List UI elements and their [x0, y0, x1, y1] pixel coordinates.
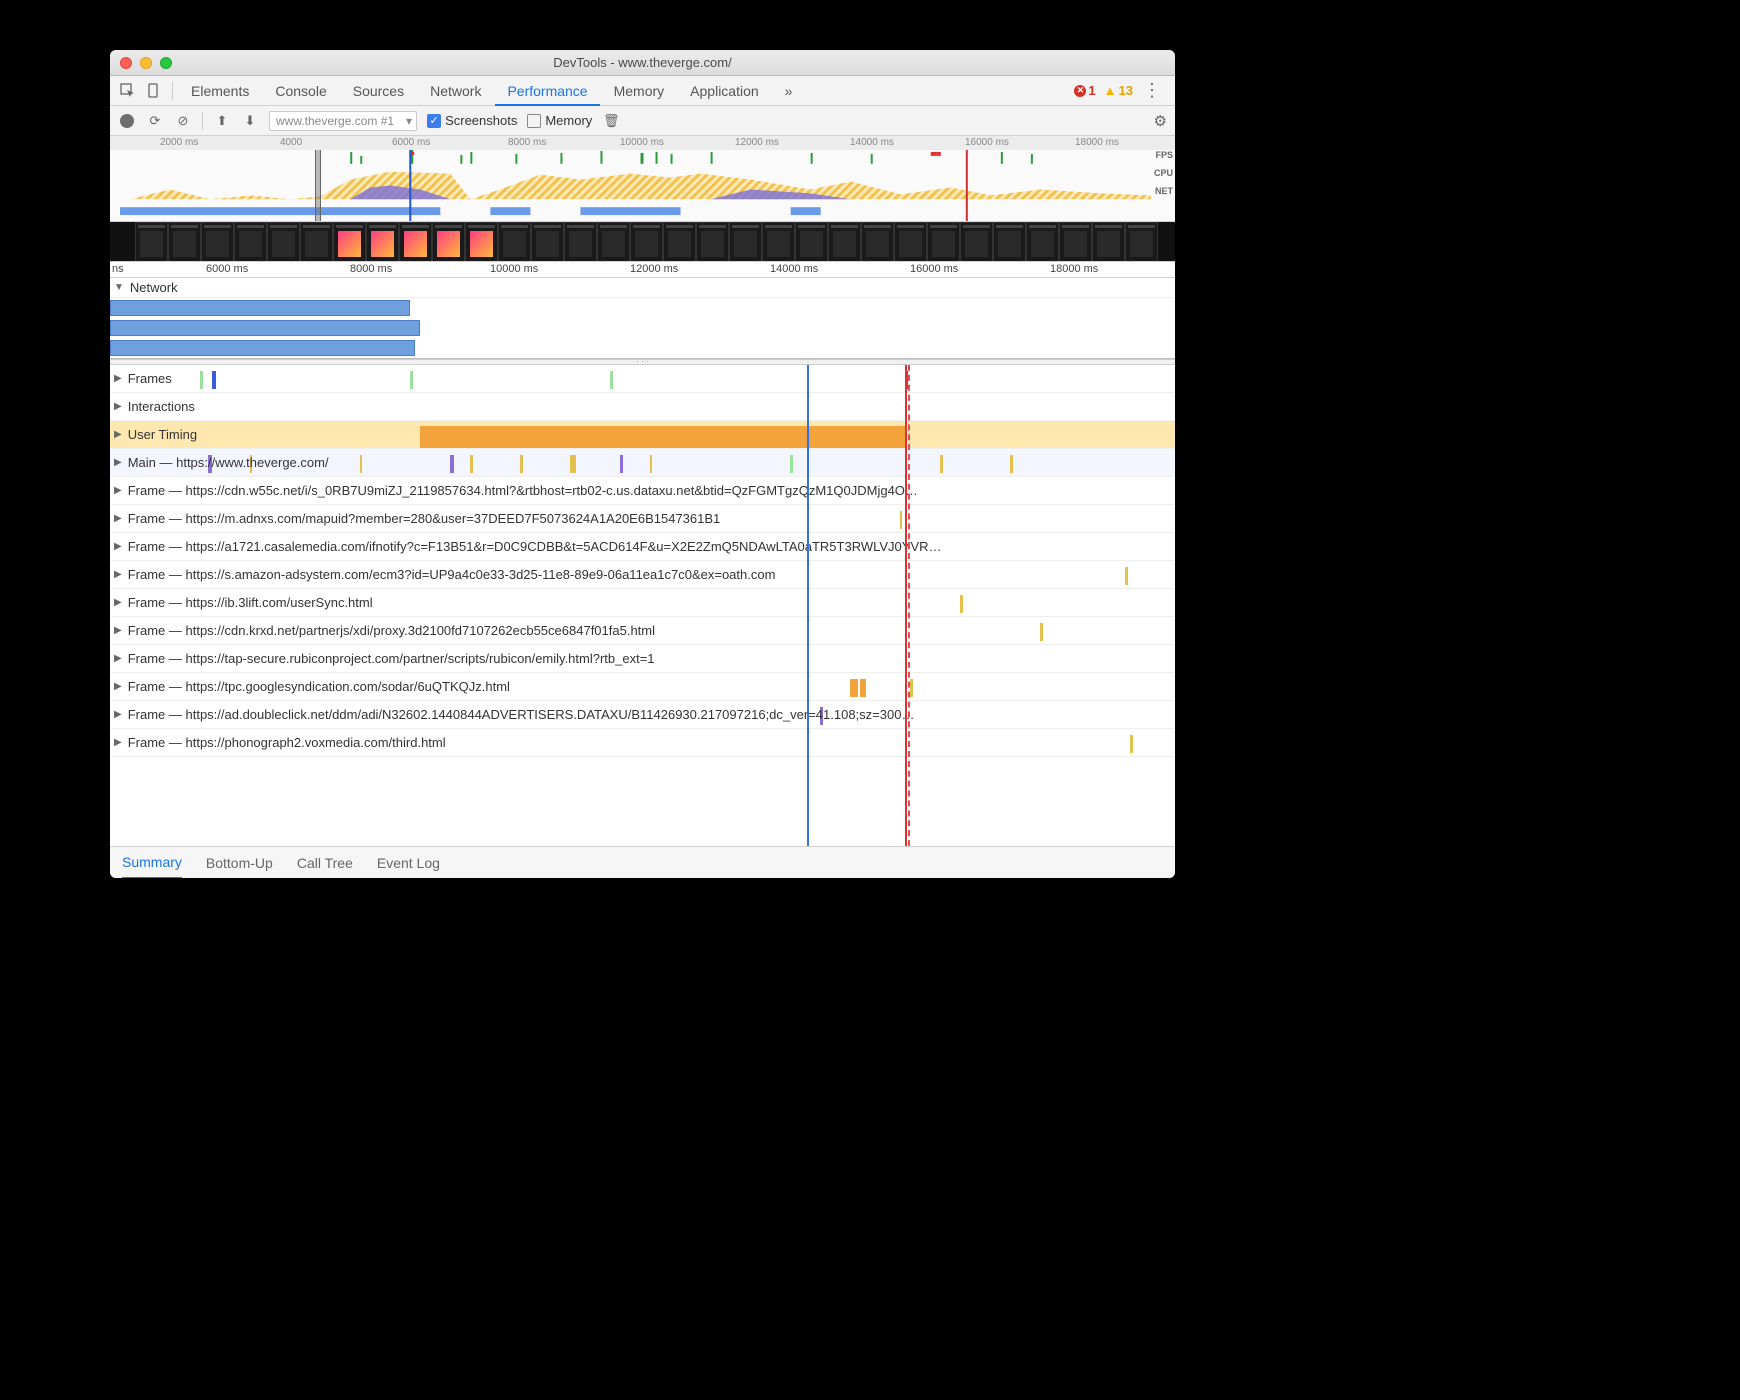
user-timing-row[interactable]: ▶User Timing — [110, 421, 1175, 449]
main-row[interactable]: ▶Main — https://www.theverge.com/ — [110, 449, 1175, 477]
upload-icon[interactable]: ⬆ — [213, 112, 231, 130]
frame-row[interactable]: ▶Frame — https://a1721.casalemedia.com/i… — [110, 533, 1175, 561]
overview-right-labels: FPSCPUNET — [1151, 150, 1175, 204]
tab-call-tree[interactable]: Call Tree — [297, 855, 353, 871]
perf-toolbar: ⟳ ⊘ ⬆ ⬇ www.theverge.com #1 ✓Screenshots… — [110, 106, 1175, 136]
reload-icon[interactable]: ⟳ — [146, 112, 164, 130]
trash-icon[interactable]: 🗑 — [602, 112, 620, 130]
tab-network[interactable]: Network — [418, 76, 493, 106]
device-toggle-icon[interactable] — [142, 79, 166, 103]
overview-ruler: 2000 ms 4000 6000 ms 8000 ms 10000 ms 12… — [110, 136, 1175, 150]
disclosure-icon: ▼ — [114, 282, 124, 293]
settings-gear-icon[interactable]: ⚙ — [1154, 112, 1167, 130]
tab-application[interactable]: Application — [678, 76, 771, 106]
tab-memory[interactable]: Memory — [602, 76, 677, 106]
network-header[interactable]: ▼Network — [110, 278, 1175, 298]
minimize-icon[interactable] — [140, 57, 152, 69]
frame-row[interactable]: ▶Frame — https://cdn.w55c.net/i/s_0RB7U9… — [110, 477, 1175, 505]
screenshots-checkbox[interactable]: ✓Screenshots — [427, 113, 517, 128]
frame-row[interactable]: ▶Frame — https://ib.3lift.com/userSync.h… — [110, 589, 1175, 617]
network-bars[interactable] — [110, 298, 1175, 358]
clear-icon[interactable]: ⊘ — [174, 112, 192, 130]
overview-pane[interactable]: 2000 ms 4000 6000 ms 8000 ms 10000 ms 12… — [110, 136, 1175, 222]
memory-checkbox[interactable]: Memory — [527, 113, 592, 128]
recording-select[interactable]: www.theverge.com #1 — [269, 111, 417, 131]
window-title: DevTools - www.theverge.com/ — [110, 55, 1175, 70]
marker-red — [905, 365, 907, 846]
frames-row[interactable]: ▶Frames — [110, 365, 1175, 393]
devtools-tabs: Elements Console Sources Network Perform… — [110, 76, 1175, 106]
record-icon[interactable] — [118, 112, 136, 130]
frame-row[interactable]: ▶Frame — https://tpc.googlesyndication.c… — [110, 673, 1175, 701]
tab-console[interactable]: Console — [263, 76, 338, 106]
filmstrip[interactable] — [110, 222, 1175, 262]
devtools-window: DevTools - www.theverge.com/ Elements Co… — [110, 50, 1175, 878]
kebab-menu-icon[interactable]: ⋮ — [1135, 80, 1169, 101]
titlebar: DevTools - www.theverge.com/ — [110, 50, 1175, 76]
download-icon[interactable]: ⬇ — [241, 112, 259, 130]
interactions-row[interactable]: ▶Interactions — [110, 393, 1175, 421]
frame-row[interactable]: ▶Frame — https://m.adnxs.com/mapuid?memb… — [110, 505, 1175, 533]
frame-row[interactable]: ▶Frame — https://ad.doubleclick.net/ddm/… — [110, 701, 1175, 729]
error-count[interactable]: ✕1 — [1074, 83, 1095, 98]
marker-red-dashed — [908, 365, 910, 846]
frame-row[interactable]: ▶Frame — https://tap-secure.rubiconproje… — [110, 645, 1175, 673]
tab-performance[interactable]: Performance — [495, 76, 599, 106]
warning-count[interactable]: ▲13 — [1104, 83, 1133, 98]
frame-row[interactable]: ▶Frame — https://cdn.krxd.net/partnerjs/… — [110, 617, 1175, 645]
frame-row[interactable]: ▶Frame — https://phonograph2.voxmedia.co… — [110, 729, 1175, 757]
maximize-icon[interactable] — [160, 57, 172, 69]
tab-sources[interactable]: Sources — [341, 76, 416, 106]
detail-ruler: ns 6000 ms 8000 ms 10000 ms 12000 ms 140… — [110, 262, 1175, 278]
network-section: ▼Network — [110, 278, 1175, 359]
tab-elements[interactable]: Elements — [179, 76, 261, 106]
tab-event-log[interactable]: Event Log — [377, 855, 440, 871]
traffic-lights — [110, 57, 172, 69]
bottom-tabs: Summary Bottom-Up Call Tree Event Log — [110, 846, 1175, 878]
flame-chart[interactable]: ▶Frames ▶Interactions ▶User Timing ▶Main… — [110, 365, 1175, 846]
marker-blue — [807, 365, 809, 846]
tab-summary[interactable]: Summary — [122, 847, 182, 879]
tab-bottom-up[interactable]: Bottom-Up — [206, 855, 273, 871]
frame-row[interactable]: ▶Frame — https://s.amazon-adsystem.com/e… — [110, 561, 1175, 589]
inspect-icon[interactable] — [116, 79, 140, 103]
close-icon[interactable] — [120, 57, 132, 69]
overview-handle-left[interactable] — [315, 150, 321, 221]
overview-chart — [110, 150, 1151, 221]
tabs-more[interactable]: » — [773, 76, 805, 106]
